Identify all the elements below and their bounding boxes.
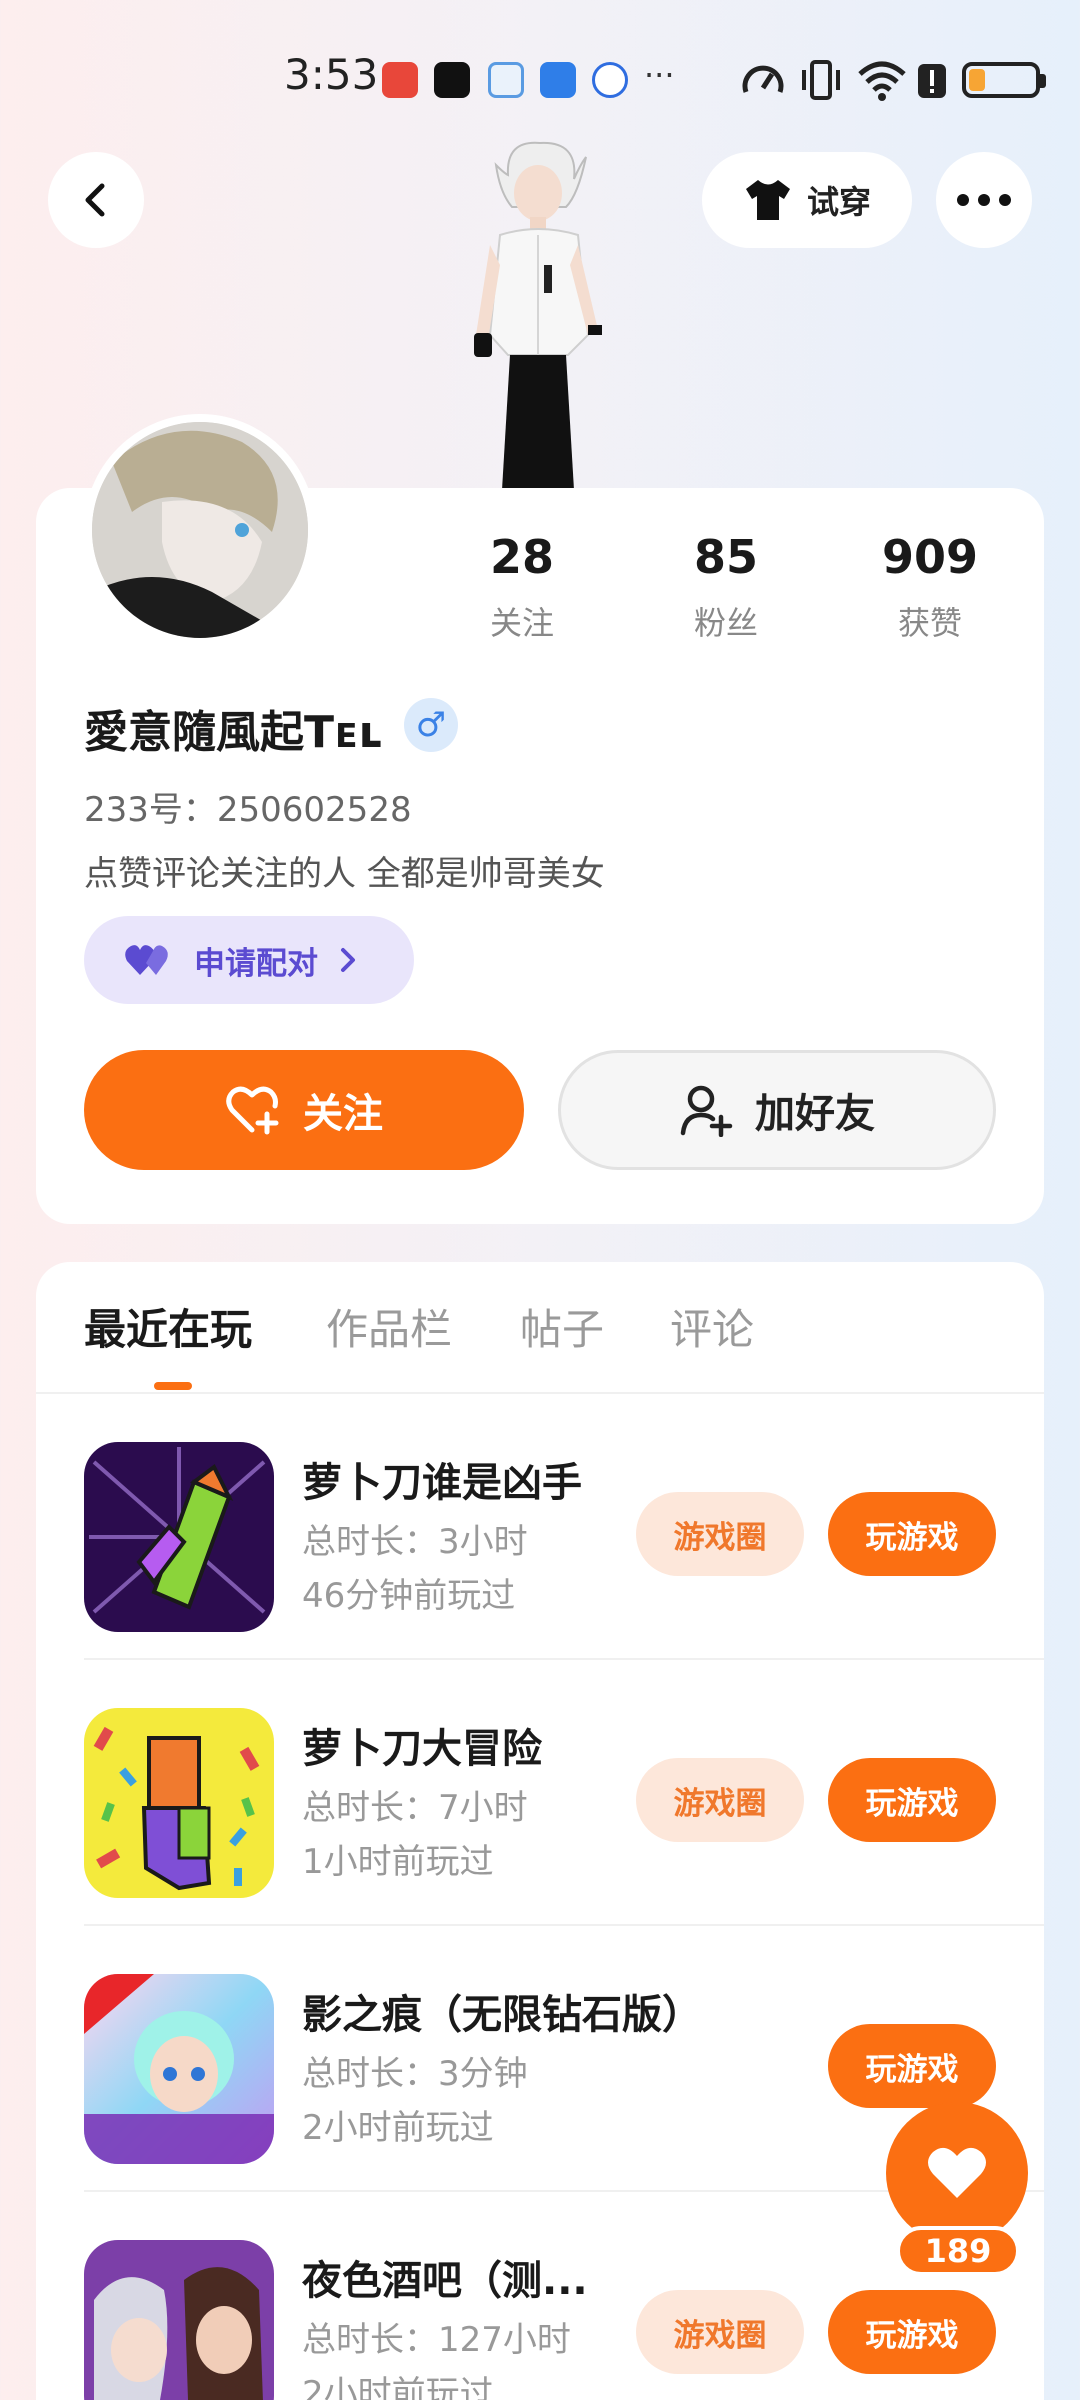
male-gender-icon: ♂ bbox=[404, 698, 458, 752]
username: 愛意隨風起Tᴇʟ bbox=[84, 707, 383, 758]
tab-recently-played[interactable]: 最近在玩 bbox=[84, 1296, 252, 1357]
play-game-button[interactable]: 玩游戏 bbox=[828, 2290, 996, 2374]
game-circle-button[interactable]: 游戏圈 bbox=[636, 1758, 804, 1842]
game-icon-image bbox=[84, 1974, 274, 2164]
chevron-left-icon bbox=[85, 183, 105, 217]
speed-icon bbox=[742, 65, 784, 93]
status-overflow: ··· bbox=[644, 56, 675, 94]
active-tab-indicator bbox=[154, 1382, 192, 1390]
stat-likes-value: 909 bbox=[881, 530, 979, 584]
game-last-played: 2小时前玩过 bbox=[302, 2374, 494, 2400]
status-bar: 3:53 ··· bbox=[0, 0, 1080, 150]
status-time: 3:53 bbox=[284, 50, 379, 99]
apply-match-label: 申请配对 bbox=[194, 945, 318, 982]
stat-likes-label: 获赞 bbox=[897, 604, 962, 642]
heart-icon bbox=[928, 2147, 986, 2198]
add-user-icon bbox=[680, 1085, 733, 1137]
battery-icon bbox=[962, 62, 1046, 98]
add-friend-label: 加好友 bbox=[755, 1091, 875, 1137]
avatar[interactable] bbox=[84, 414, 316, 646]
game-duration: 总时长：3小时 bbox=[302, 1522, 528, 1562]
avatar-image bbox=[92, 422, 308, 638]
like-button[interactable] bbox=[886, 2102, 1028, 2244]
vibrate-icon bbox=[802, 60, 840, 100]
double-heart-icon bbox=[125, 945, 168, 975]
calendar-icon bbox=[488, 62, 524, 98]
heart-plus-icon bbox=[226, 1086, 279, 1135]
game-icon-image bbox=[84, 1442, 274, 1632]
avatar-character-image bbox=[474, 141, 602, 490]
game-last-played: 46分钟前玩过 bbox=[302, 1576, 516, 1616]
game-duration: 总时长：3分钟 bbox=[302, 2054, 528, 2094]
stat-likes[interactable]: 909 获赞 bbox=[850, 530, 1010, 644]
user-id: 233号：250602528 bbox=[84, 790, 412, 830]
game-row[interactable]: 萝卜刀大冒险 总时长：7小时 1小时前玩过 游戏圈 玩游戏 bbox=[36, 1660, 1044, 1926]
follow-label: 关注 bbox=[303, 1091, 383, 1137]
game-row[interactable]: 夜色酒吧（测... 总时长：127小时 2小时前玩过 游戏圈 玩游戏 bbox=[36, 2192, 1044, 2400]
stat-fans[interactable]: 85 粉丝 bbox=[646, 530, 806, 644]
chevron-right-icon bbox=[341, 948, 355, 972]
baidu-icon bbox=[592, 62, 628, 98]
stat-following-label: 关注 bbox=[489, 604, 554, 642]
game-icon-image bbox=[84, 1708, 274, 1898]
game-duration: 总时长：127小时 bbox=[302, 2320, 571, 2360]
game-last-played: 2小时前玩过 bbox=[302, 2108, 494, 2148]
stat-following[interactable]: 28 关注 bbox=[442, 530, 602, 644]
tab-posts[interactable]: 帖子 bbox=[520, 1296, 604, 1357]
play-game-button[interactable]: 玩游戏 bbox=[828, 2024, 996, 2108]
apply-match-button[interactable]: 申请配对 bbox=[84, 916, 414, 1004]
like-count: 189 bbox=[896, 2226, 1020, 2276]
shield-icon bbox=[540, 62, 576, 98]
game-icon-image bbox=[84, 2240, 274, 2400]
game-name: 萝卜刀谁是凶手 bbox=[302, 1460, 582, 1506]
game-row[interactable]: 萝卜刀谁是凶手 总时长：3小时 46分钟前玩过 游戏圈 玩游戏 bbox=[36, 1394, 1044, 1660]
stat-fans-label: 粉丝 bbox=[693, 604, 758, 642]
tiktok-icon bbox=[434, 62, 470, 98]
game-last-played: 1小时前玩过 bbox=[302, 1842, 494, 1882]
more-dots-icon bbox=[957, 194, 1011, 206]
stat-following-value: 28 bbox=[489, 530, 554, 584]
more-button[interactable] bbox=[936, 152, 1032, 248]
game-circle-button[interactable]: 游戏圈 bbox=[636, 1492, 804, 1576]
wifi-icon bbox=[858, 61, 906, 101]
play-game-button[interactable]: 玩游戏 bbox=[828, 1492, 996, 1576]
game-name: 影之痕（无限钻石版） bbox=[302, 1992, 702, 2038]
tab-works[interactable]: 作品栏 bbox=[326, 1296, 452, 1357]
bio: 点赞评论关注的人 全都是帅哥美女 bbox=[84, 854, 605, 894]
game-duration: 总时长：7小时 bbox=[302, 1788, 528, 1828]
try-on-button[interactable]: 试穿 bbox=[702, 152, 912, 248]
app-notification-icon bbox=[382, 62, 418, 98]
try-on-label: 试穿 bbox=[806, 183, 871, 221]
game-circle-button[interactable]: 游戏圈 bbox=[636, 2290, 804, 2374]
shirt-icon bbox=[745, 180, 790, 220]
play-game-button[interactable]: 玩游戏 bbox=[828, 1758, 996, 1842]
tab-comments[interactable]: 评论 bbox=[670, 1296, 754, 1357]
add-friend-button[interactable]: 加好友 bbox=[558, 1050, 996, 1170]
stat-fans-value: 85 bbox=[693, 530, 758, 584]
game-name: 夜色酒吧（测... bbox=[302, 2258, 588, 2304]
alert-icon bbox=[918, 64, 946, 98]
back-button[interactable] bbox=[48, 152, 144, 248]
game-name: 萝卜刀大冒险 bbox=[302, 1726, 542, 1772]
follow-button[interactable]: 关注 bbox=[84, 1050, 524, 1170]
